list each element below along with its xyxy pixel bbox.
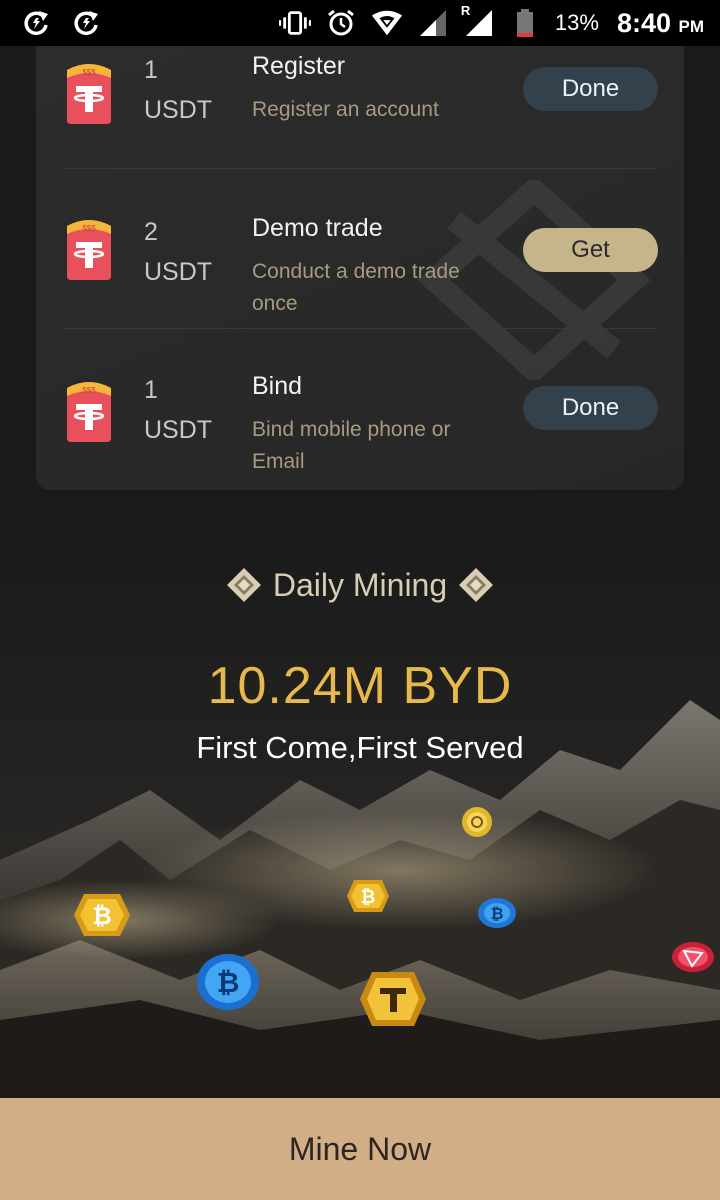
battery-percent: 13% <box>554 10 599 35</box>
svg-text:$$$: $$$ <box>82 68 96 77</box>
mining-subtitle: First Come,First Served <box>196 730 524 765</box>
battery-icon <box>509 7 541 39</box>
mining-amount: 10.24M BYD <box>207 657 513 715</box>
svg-text:$$$: $$$ <box>82 224 96 233</box>
svg-text:₿: ₿ <box>361 887 376 908</box>
task-description: Bind mobile phone or Email <box>252 418 451 473</box>
divider <box>64 328 656 329</box>
task-row-bind: $$$ 1 USDT Bind Bind mobile phone or Ema… <box>36 350 684 490</box>
reward-unit: USDT <box>144 416 213 444</box>
task-title: Register <box>252 52 346 80</box>
usdt-reward-icon: $$$ <box>67 220 111 280</box>
svg-text:₿: ₿ <box>490 904 503 923</box>
task-title: Demo trade <box>252 214 383 242</box>
diamond-icon <box>226 568 261 602</box>
reward-amount: 2 <box>144 218 158 246</box>
get-button[interactable]: Get <box>523 228 658 272</box>
task-row-demo-trade: $$$ 2 USDT Demo trade Conduct a demo tra… <box>36 190 684 350</box>
bitcoin-gold-coin-icon: ₿ <box>74 894 130 936</box>
bitcoin-gold-coin-icon: ₿ <box>347 880 389 912</box>
done-button[interactable]: Done <box>523 67 658 111</box>
mining-title-text: Daily Mining <box>272 566 448 603</box>
alarm-icon <box>325 7 357 39</box>
task-title: Bind <box>252 372 303 400</box>
task-description: Register an account <box>252 98 439 121</box>
svg-text:₿: ₿ <box>92 902 112 930</box>
reward-amount: 1 <box>144 56 158 84</box>
usdt-reward-icon: $$$ <box>67 64 111 124</box>
daily-mining-section: Daily Mining 10.24M BYD First Come,First… <box>0 540 720 1100</box>
done-button[interactable]: Done <box>523 386 658 430</box>
divider <box>64 168 656 169</box>
svg-text:$$$: $$$ <box>82 386 96 395</box>
svg-text:₿: ₿ <box>217 966 240 999</box>
mining-title: Daily Mining <box>0 566 720 604</box>
bitcoin-blue-coin-icon: ₿ <box>478 898 516 928</box>
reward-unit: USDT <box>144 96 213 124</box>
tether-gold-coin-icon <box>360 972 426 1026</box>
wifi-icon <box>371 7 403 39</box>
tasks-card: $$$ 1 USDT Register Register an account … <box>36 30 684 490</box>
mine-now-button[interactable]: Mine Now <box>0 1098 720 1200</box>
status-bar: R 13% 8:40 PM <box>0 0 720 46</box>
bitcoin-blue-coin-icon: ₿ <box>197 954 259 1010</box>
sync-icon <box>20 7 52 39</box>
tron-red-coin-icon <box>672 942 714 972</box>
vibrate-icon <box>278 7 311 39</box>
reward-amount: 1 <box>144 376 158 404</box>
reward-unit: USDT <box>144 258 213 286</box>
diamond-icon <box>459 568 494 602</box>
signal-icon <box>417 7 449 39</box>
usdt-reward-icon: $$$ <box>67 382 111 442</box>
gold-coin-icon <box>462 807 492 837</box>
task-row-register: $$$ 1 USDT Register Register an account … <box>36 30 684 190</box>
sync-icon <box>70 7 102 39</box>
task-description: Conduct a demo trade once <box>252 260 460 315</box>
clock: 8:40 PM <box>616 7 704 38</box>
signal-roaming-icon: R <box>461 3 495 39</box>
